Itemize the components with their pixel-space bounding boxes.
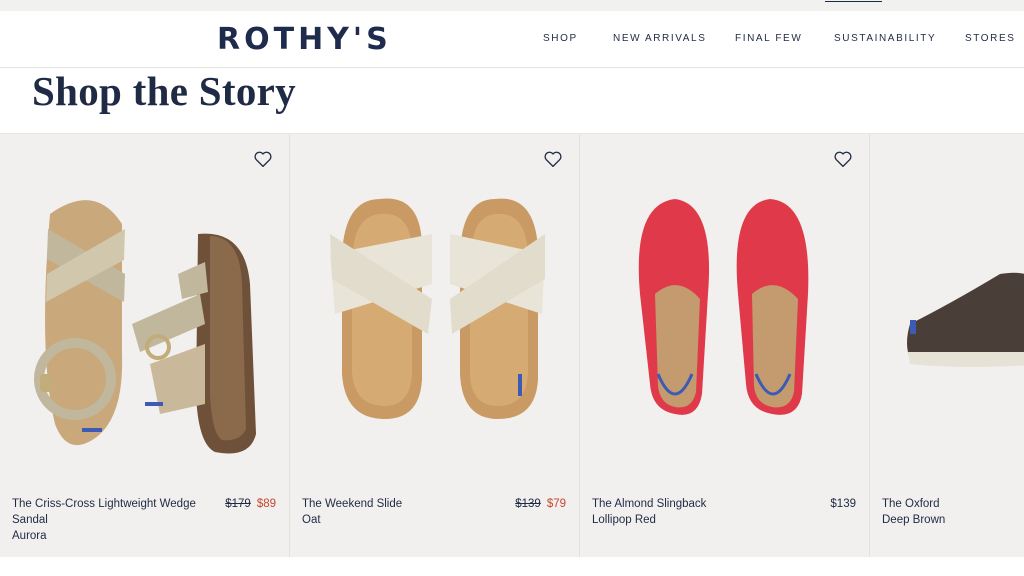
- product-color: Aurora: [12, 530, 47, 542]
- product-color: Deep Brown: [882, 514, 946, 526]
- sale-price: $79: [546, 498, 566, 510]
- nav-final-few[interactable]: FINAL FEW: [735, 33, 802, 44]
- site-header: ROTHY'S SHOP NEW ARRIVALS FINAL FEW SUST…: [0, 11, 1024, 68]
- product-name[interactable]: The Weekend Slide: [302, 496, 492, 512]
- heart-icon[interactable]: [543, 150, 563, 168]
- original-price: $139: [515, 498, 541, 510]
- announcement-link[interactable]: [825, 1, 882, 2]
- product-image[interactable]: [870, 174, 1024, 474]
- page-title: Shop the Story: [32, 68, 296, 114]
- product-image[interactable]: [0, 174, 290, 474]
- announcement-bar: [0, 0, 1024, 11]
- product-card[interactable]: The Weekend Slide Oat $139 $79: [290, 134, 580, 557]
- product-name[interactable]: The Almond Slingback: [592, 496, 782, 512]
- product-color: Lollipop Red: [592, 514, 656, 526]
- product-price: $139: [830, 496, 856, 512]
- product-name[interactable]: The Oxford: [882, 496, 1022, 512]
- sale-price: $89: [256, 498, 276, 510]
- nav-sustainability[interactable]: SUSTAINABILITY: [834, 33, 936, 44]
- product-card[interactable]: The Oxford Deep Brown: [870, 134, 1024, 557]
- nav-stores[interactable]: STORES: [965, 33, 1016, 44]
- regular-price: $139: [830, 498, 856, 510]
- original-price: $179: [225, 498, 251, 510]
- heart-icon[interactable]: [833, 150, 853, 168]
- product-price: $139 $79: [515, 496, 566, 512]
- heart-icon[interactable]: [253, 150, 273, 168]
- nav-new-arrivals[interactable]: NEW ARRIVALS: [613, 33, 706, 44]
- product-color: Oat: [302, 514, 321, 526]
- product-image[interactable]: [580, 174, 870, 474]
- main-nav: SHOP NEW ARRIVALS FINAL FEW SUSTAINABILI…: [0, 33, 1024, 47]
- product-card[interactable]: The Almond Slingback Lollipop Red $139: [580, 134, 870, 557]
- product-price: $179 $89: [225, 496, 276, 512]
- product-grid: The Criss-Cross Lightweight Wedge Sandal…: [0, 133, 1024, 557]
- product-name[interactable]: The Criss-Cross Lightweight Wedge Sandal: [12, 496, 202, 528]
- product-image[interactable]: [290, 174, 580, 474]
- product-card[interactable]: The Criss-Cross Lightweight Wedge Sandal…: [0, 134, 290, 557]
- nav-shop[interactable]: SHOP: [543, 33, 578, 44]
